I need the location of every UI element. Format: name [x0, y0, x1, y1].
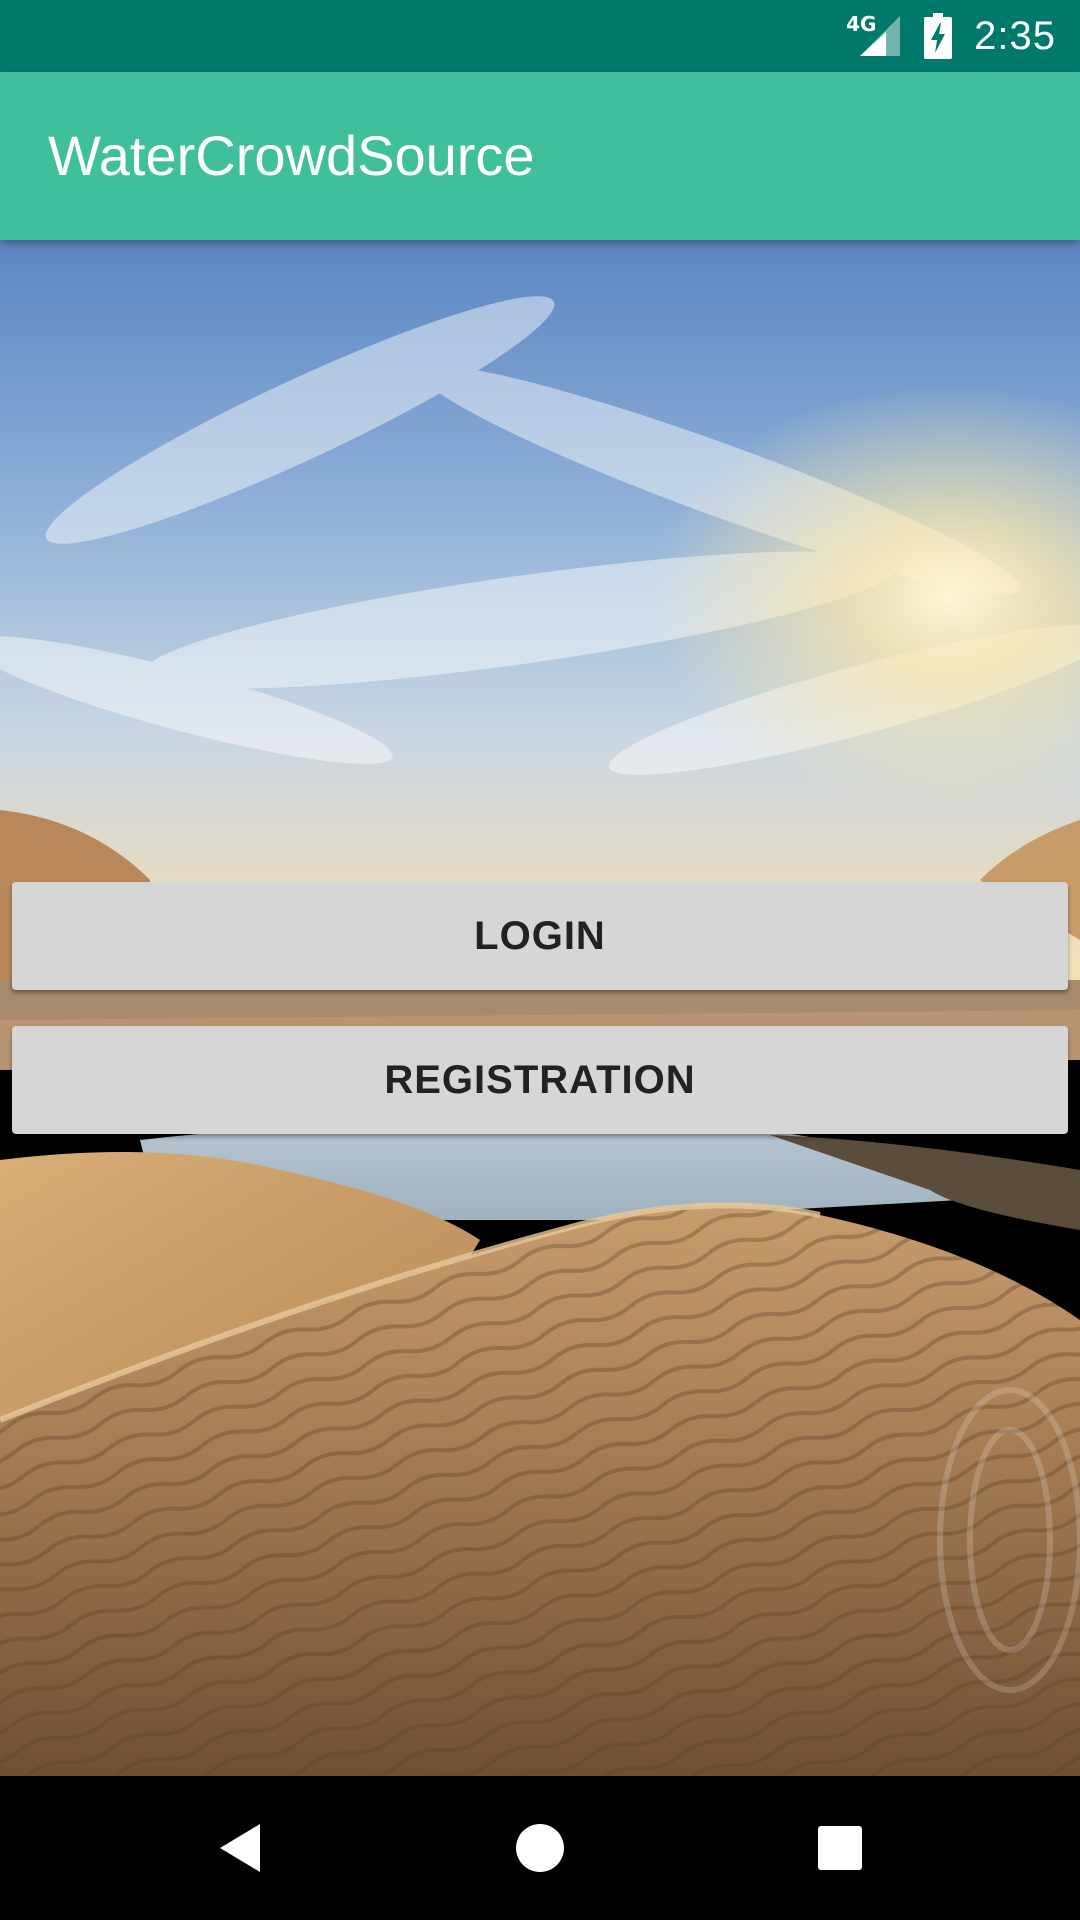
navigation-bar	[0, 1776, 1080, 1920]
battery-charging-icon	[924, 13, 953, 59]
login-button[interactable]: LOGIN	[12, 882, 1068, 990]
clock: 2:35	[974, 13, 1056, 58]
desert-background-image	[0, 240, 1080, 1776]
screen: 4G 2:35 WaterCrowdSource LOGIN REGISTRAT…	[0, 0, 1080, 1920]
home-icon[interactable]	[460, 1776, 620, 1920]
registration-button[interactable]: REGISTRATION	[12, 1026, 1068, 1134]
recents-icon[interactable]	[760, 1776, 920, 1920]
back-icon[interactable]	[160, 1776, 320, 1920]
signal-icon: 4G	[846, 12, 902, 58]
app-title: WaterCrowdSource	[48, 124, 535, 187]
app-bar: WaterCrowdSource	[0, 72, 1080, 240]
status-bar: 4G 2:35	[0, 0, 1080, 72]
network-type-label: 4G	[846, 12, 877, 36]
status-icons: 4G 2:35	[846, 0, 1056, 72]
main-content: LOGIN REGISTRATION	[0, 240, 1080, 1776]
